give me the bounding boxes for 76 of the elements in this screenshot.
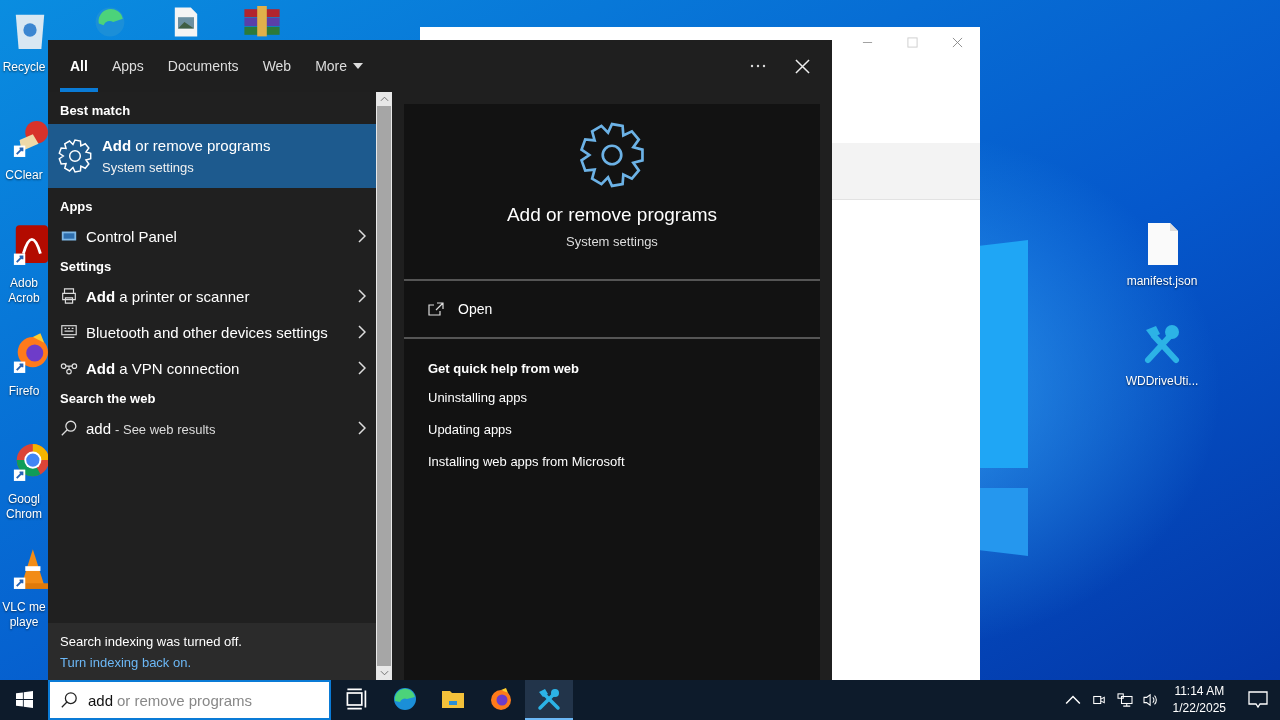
caret-icon: [353, 63, 364, 69]
help-link[interactable]: Uninstalling apps: [404, 388, 527, 420]
pdf-icon[interactable]: [12, 224, 48, 268]
taskbar-button[interactable]: [525, 680, 573, 720]
tools-icon: [537, 687, 561, 711]
gear-icon: [58, 139, 92, 173]
result-label: Control Panel: [86, 227, 178, 245]
desktop-icon-label[interactable]: Googl Chrom: [0, 492, 48, 522]
enable-indexing-link[interactable]: Turn indexing back on.: [60, 654, 192, 670]
result-item[interactable]: Bluetooth and other devices settings: [48, 314, 376, 350]
preview-subtitle: System settings: [566, 234, 658, 249]
scrollbar[interactable]: [376, 92, 392, 680]
chevron-right-icon[interactable]: [358, 289, 366, 303]
preview-title: Add or remove programs: [506, 204, 718, 226]
help-link[interactable]: Updating apps: [404, 420, 512, 452]
network-icon[interactable]: [1116, 693, 1133, 707]
printer-icon: [60, 287, 78, 305]
scrollbar-thumb[interactable]: [377, 106, 391, 666]
section-header: Search the web: [59, 389, 157, 408]
notification-icon[interactable]: [1248, 691, 1268, 709]
browser-icon: [489, 687, 513, 711]
result-title: Add or remove programs: [102, 137, 271, 154]
traffic-cone-icon[interactable]: [12, 548, 48, 592]
clock[interactable]: 11:14 AM 1/22/2025: [1172, 683, 1226, 717]
filter-tab[interactable]: More: [305, 40, 374, 92]
filter-tab[interactable]: Documents: [157, 40, 249, 92]
more-options-icon: [750, 64, 766, 68]
result-item[interactable]: Add a VPN connection: [48, 350, 376, 386]
desktop-icon-label[interactable]: Adob Acrob: [0, 276, 48, 306]
camera-icon[interactable]: [1090, 693, 1107, 707]
chevron-right-icon[interactable]: [358, 361, 366, 375]
desktop-icon-label[interactable]: CClear: [0, 168, 48, 183]
windows-logo-icon: [15, 690, 33, 708]
result-label: Add a printer or scanner: [86, 287, 251, 305]
volume-icon[interactable]: [1142, 693, 1159, 707]
section-header: Best match: [59, 101, 132, 120]
chevron-right-icon[interactable]: [358, 229, 366, 243]
chevron-up-icon[interactable]: [1064, 693, 1081, 707]
desktop-icon-label[interactable]: manifest.json: [1126, 274, 1198, 288]
devices-icon: [60, 323, 78, 341]
close-icon[interactable]: [952, 36, 963, 48]
open-icon: [428, 302, 444, 316]
result-item[interactable]: add - See web results: [48, 410, 376, 446]
open-action[interactable]: Open: [404, 281, 820, 317]
desktop-icon-label[interactable]: WDDriveUti...: [1125, 374, 1199, 388]
result-label: Add a VPN connection: [86, 359, 241, 377]
archive-icon[interactable]: [242, 6, 282, 38]
chevron-right-icon[interactable]: [358, 421, 366, 435]
clock-date: 1/22/2025: [1172, 700, 1226, 717]
desktop-icon-label[interactable]: Firefo: [0, 384, 48, 399]
close-icon: [794, 58, 810, 74]
filter-tab[interactable]: Apps: [101, 40, 154, 92]
section-header: Settings: [59, 257, 113, 276]
notice-text: Search indexing was turned off.: [60, 633, 242, 649]
task-view-icon: [345, 687, 369, 711]
result-label: Bluetooth and other devices settings: [86, 323, 329, 341]
best-match-item[interactable]: Add or remove programs System settings: [48, 124, 376, 188]
clock-time: 11:14 AM: [1174, 683, 1225, 700]
result-item[interactable]: Control Panel: [48, 218, 376, 254]
browser-icon: [393, 687, 417, 711]
filter-tab[interactable]: Web: [252, 40, 302, 92]
browser-icon[interactable]: [12, 332, 48, 376]
help-link[interactable]: Installing web apps from Microsoft: [404, 452, 625, 484]
desktop-icon-label[interactable]: Recycle: [0, 60, 48, 75]
search-field[interactable]: add or remove programs: [48, 680, 331, 720]
search-icon: [60, 419, 78, 437]
section-header: Apps: [59, 197, 94, 216]
help-header: Get quick help from web: [427, 361, 579, 376]
result-item[interactable]: Add a printer or scanner: [48, 278, 376, 314]
tools-icon[interactable]: [1142, 322, 1182, 366]
gear-icon: [579, 122, 645, 188]
search-icon: [60, 691, 78, 709]
result-label: add - See web results: [86, 419, 217, 437]
chevron-right-icon[interactable]: [358, 325, 366, 339]
result-subtitle: System settings: [102, 160, 195, 175]
desktop-icon-label[interactable]: VLC me playe: [0, 600, 48, 630]
